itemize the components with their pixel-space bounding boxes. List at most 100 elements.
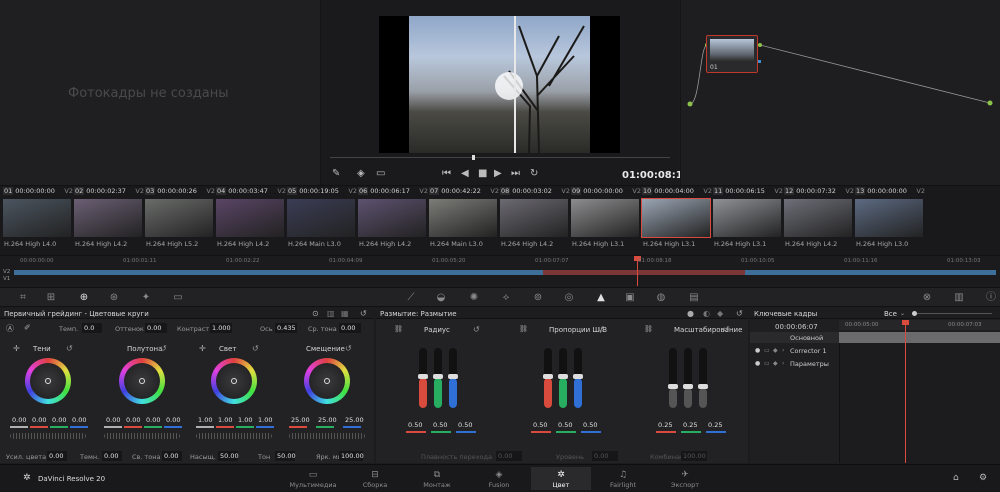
param-field[interactable]: 50.00 [218,451,239,461]
link-icon[interactable]: ⛓ [644,325,653,333]
wheel-value[interactable]: 1.00 [216,415,234,425]
toolbar-blur-icon[interactable]: ▲ [595,292,607,304]
toolbar-magic-mask-icon[interactable]: ◎ [563,292,575,304]
reset-icon[interactable]: ↺ [160,344,167,353]
skip-back-icon[interactable]: ⏮ [442,168,451,179]
temp-field[interactable]: 0.0 [82,323,102,333]
clip-thumbnail[interactable]: 02 00:00:02:37 V2 H.264 High L4.2 [74,186,144,256]
clip-thumbnail[interactable]: 13 00:00:00:00 V2 H.264 High L3.0 [855,186,925,256]
keyframe-row-master[interactable]: Основной [750,332,839,343]
blur-value[interactable]: 0.50 [556,420,578,430]
keyframe-playhead[interactable] [905,320,906,463]
nav-5[interactable]: ✲ Цвет [531,467,591,490]
midtone-field[interactable]: 0.00 [339,323,361,333]
wheel-value[interactable]: 1.00 [196,415,214,425]
expand-icon[interactable]: › [782,347,784,354]
toolbar-primaries-icon[interactable]: ⊕ [78,292,90,304]
master-wheel-slider[interactable] [196,433,272,439]
reset-icon[interactable]: ↺ [345,344,352,353]
slider-handle[interactable] [543,374,553,379]
toolbar-motion-effects-icon[interactable]: ▭ [172,292,184,304]
blur-slider[interactable] [698,348,708,408]
blur-slider[interactable] [433,348,443,408]
reset-icon[interactable]: ↺ [598,325,605,334]
loop-icon[interactable]: ↻ [530,168,538,179]
keyframe-row-corrector[interactable]: ● ▭ ◆ › Corrector 1 [750,345,839,356]
reset-icon[interactable]: ↺ [66,344,73,353]
slider-handle[interactable] [698,384,708,389]
wheel-value[interactable]: 0.00 [10,415,28,425]
wheel-value[interactable]: 25.00 [343,415,364,425]
mist-mode-icon[interactable]: ◆ [717,309,723,318]
footer-field[interactable]: 100.00 [681,451,707,461]
tint-field[interactable]: 0.00 [145,323,167,333]
color-wheel[interactable] [211,358,257,404]
sharpen-mode-icon[interactable]: ◐ [703,309,710,318]
scrubber-track[interactable] [330,157,670,158]
wheel-value[interactable]: 0.00 [70,415,88,425]
highlight-icon[interactable]: ▭ [376,168,385,179]
blur-slider[interactable] [683,348,693,408]
wheels-mode-icon[interactable]: ⊙ [312,309,319,318]
param-field[interactable]: 50.00 [275,451,296,461]
toolbar-3d-icon[interactable]: ▤ [688,292,700,304]
zoom-slider-handle[interactable] [912,311,917,316]
wheel-value[interactable]: 1.00 [256,415,274,425]
keyframe-icon[interactable]: ◆ [773,347,778,354]
zoom-slider[interactable] [912,313,992,314]
wheel-center-handle[interactable] [231,378,237,384]
toolbar-tracker-icon[interactable]: ⊚ [532,292,544,304]
wheel-value[interactable]: 0.00 [50,415,68,425]
settings-gear-icon[interactable]: ⚙ [979,473,987,483]
auto-balance-icon[interactable]: Ⓐ [6,323,14,334]
clip-thumbnail[interactable]: 03 00:00:00:26 V2 H.264 High L5.2 [145,186,215,256]
keyframe-area[interactable] [839,343,1000,463]
nav-4[interactable]: ◈ Fusion [469,470,529,489]
lock-icon[interactable]: ▭ [764,360,770,367]
chevron-down-icon[interactable]: ⌄ [900,310,905,317]
layers-icon[interactable]: ◈ [357,168,365,179]
wheel-value[interactable]: 0.00 [164,415,182,425]
scrubber-playhead[interactable] [472,155,475,160]
picker-icon[interactable]: ✛ [199,344,206,353]
footer-field[interactable]: 0.00 [592,451,618,461]
play-icon[interactable]: ▶ [494,168,502,179]
visibility-icon[interactable]: ● [755,360,760,367]
wheel-value[interactable]: 0.00 [30,415,48,425]
toolbar-color-match-icon[interactable]: ⊞ [45,292,57,304]
clip-thumbnail[interactable]: 09 00:00:00:00 V2 H.264 High L3.1 [571,186,641,256]
toolbar-scopes-icon[interactable]: ▥ [953,292,965,304]
lock-icon[interactable]: ▭ [764,347,770,354]
track-v2-bar[interactable] [14,270,996,275]
bars-mode-icon[interactable]: ▥ [327,309,335,318]
selected-clip-bar[interactable] [543,270,745,275]
param-field[interactable]: 100.00 [339,451,364,461]
mini-timeline[interactable]: V2 V1 00:00:00:00 01:00:01:11 01:00:02:22 0… [0,255,1000,286]
skip-forward-icon[interactable]: ⏭ [511,168,520,179]
color-wheel[interactable] [25,358,71,404]
split-wipe-line[interactable] [514,16,516,153]
slider-handle[interactable] [418,374,428,379]
master-wheel-slider[interactable] [289,433,365,439]
blur-slider[interactable] [558,348,568,408]
toolbar-qualifier-icon[interactable]: ✺ [468,292,480,304]
wheel-center-handle[interactable] [324,378,330,384]
nav-1[interactable]: ▭ Мультимедиа [283,470,343,489]
reset-icon[interactable]: ↺ [360,309,367,318]
keyframe-icon[interactable]: ◆ [773,360,778,367]
reset-icon[interactable]: ↺ [252,344,259,353]
home-icon[interactable]: ⌂ [953,473,959,483]
clip-thumbnail[interactable]: 01 00:00:00:00 V2 H.264 High L4.0 [3,186,73,256]
color-wheel[interactable] [304,358,350,404]
expand-icon[interactable]: › [782,360,784,367]
color-wheel[interactable] [119,358,165,404]
blur-value[interactable]: 0.50 [431,420,453,430]
blur-slider[interactable] [668,348,678,408]
toolbar-window-icon[interactable]: ⟡ [500,292,512,304]
blur-slider[interactable] [418,348,428,408]
wheel-center-handle[interactable] [45,378,51,384]
wheel-value[interactable]: 0.00 [104,415,122,425]
toolbar-curves-icon[interactable]: ⟋ [405,292,417,304]
clip-thumbnail[interactable]: 10 00:00:04:00 V2 H.264 High L3.1 [641,186,712,256]
master-wheel-slider[interactable] [10,433,86,439]
